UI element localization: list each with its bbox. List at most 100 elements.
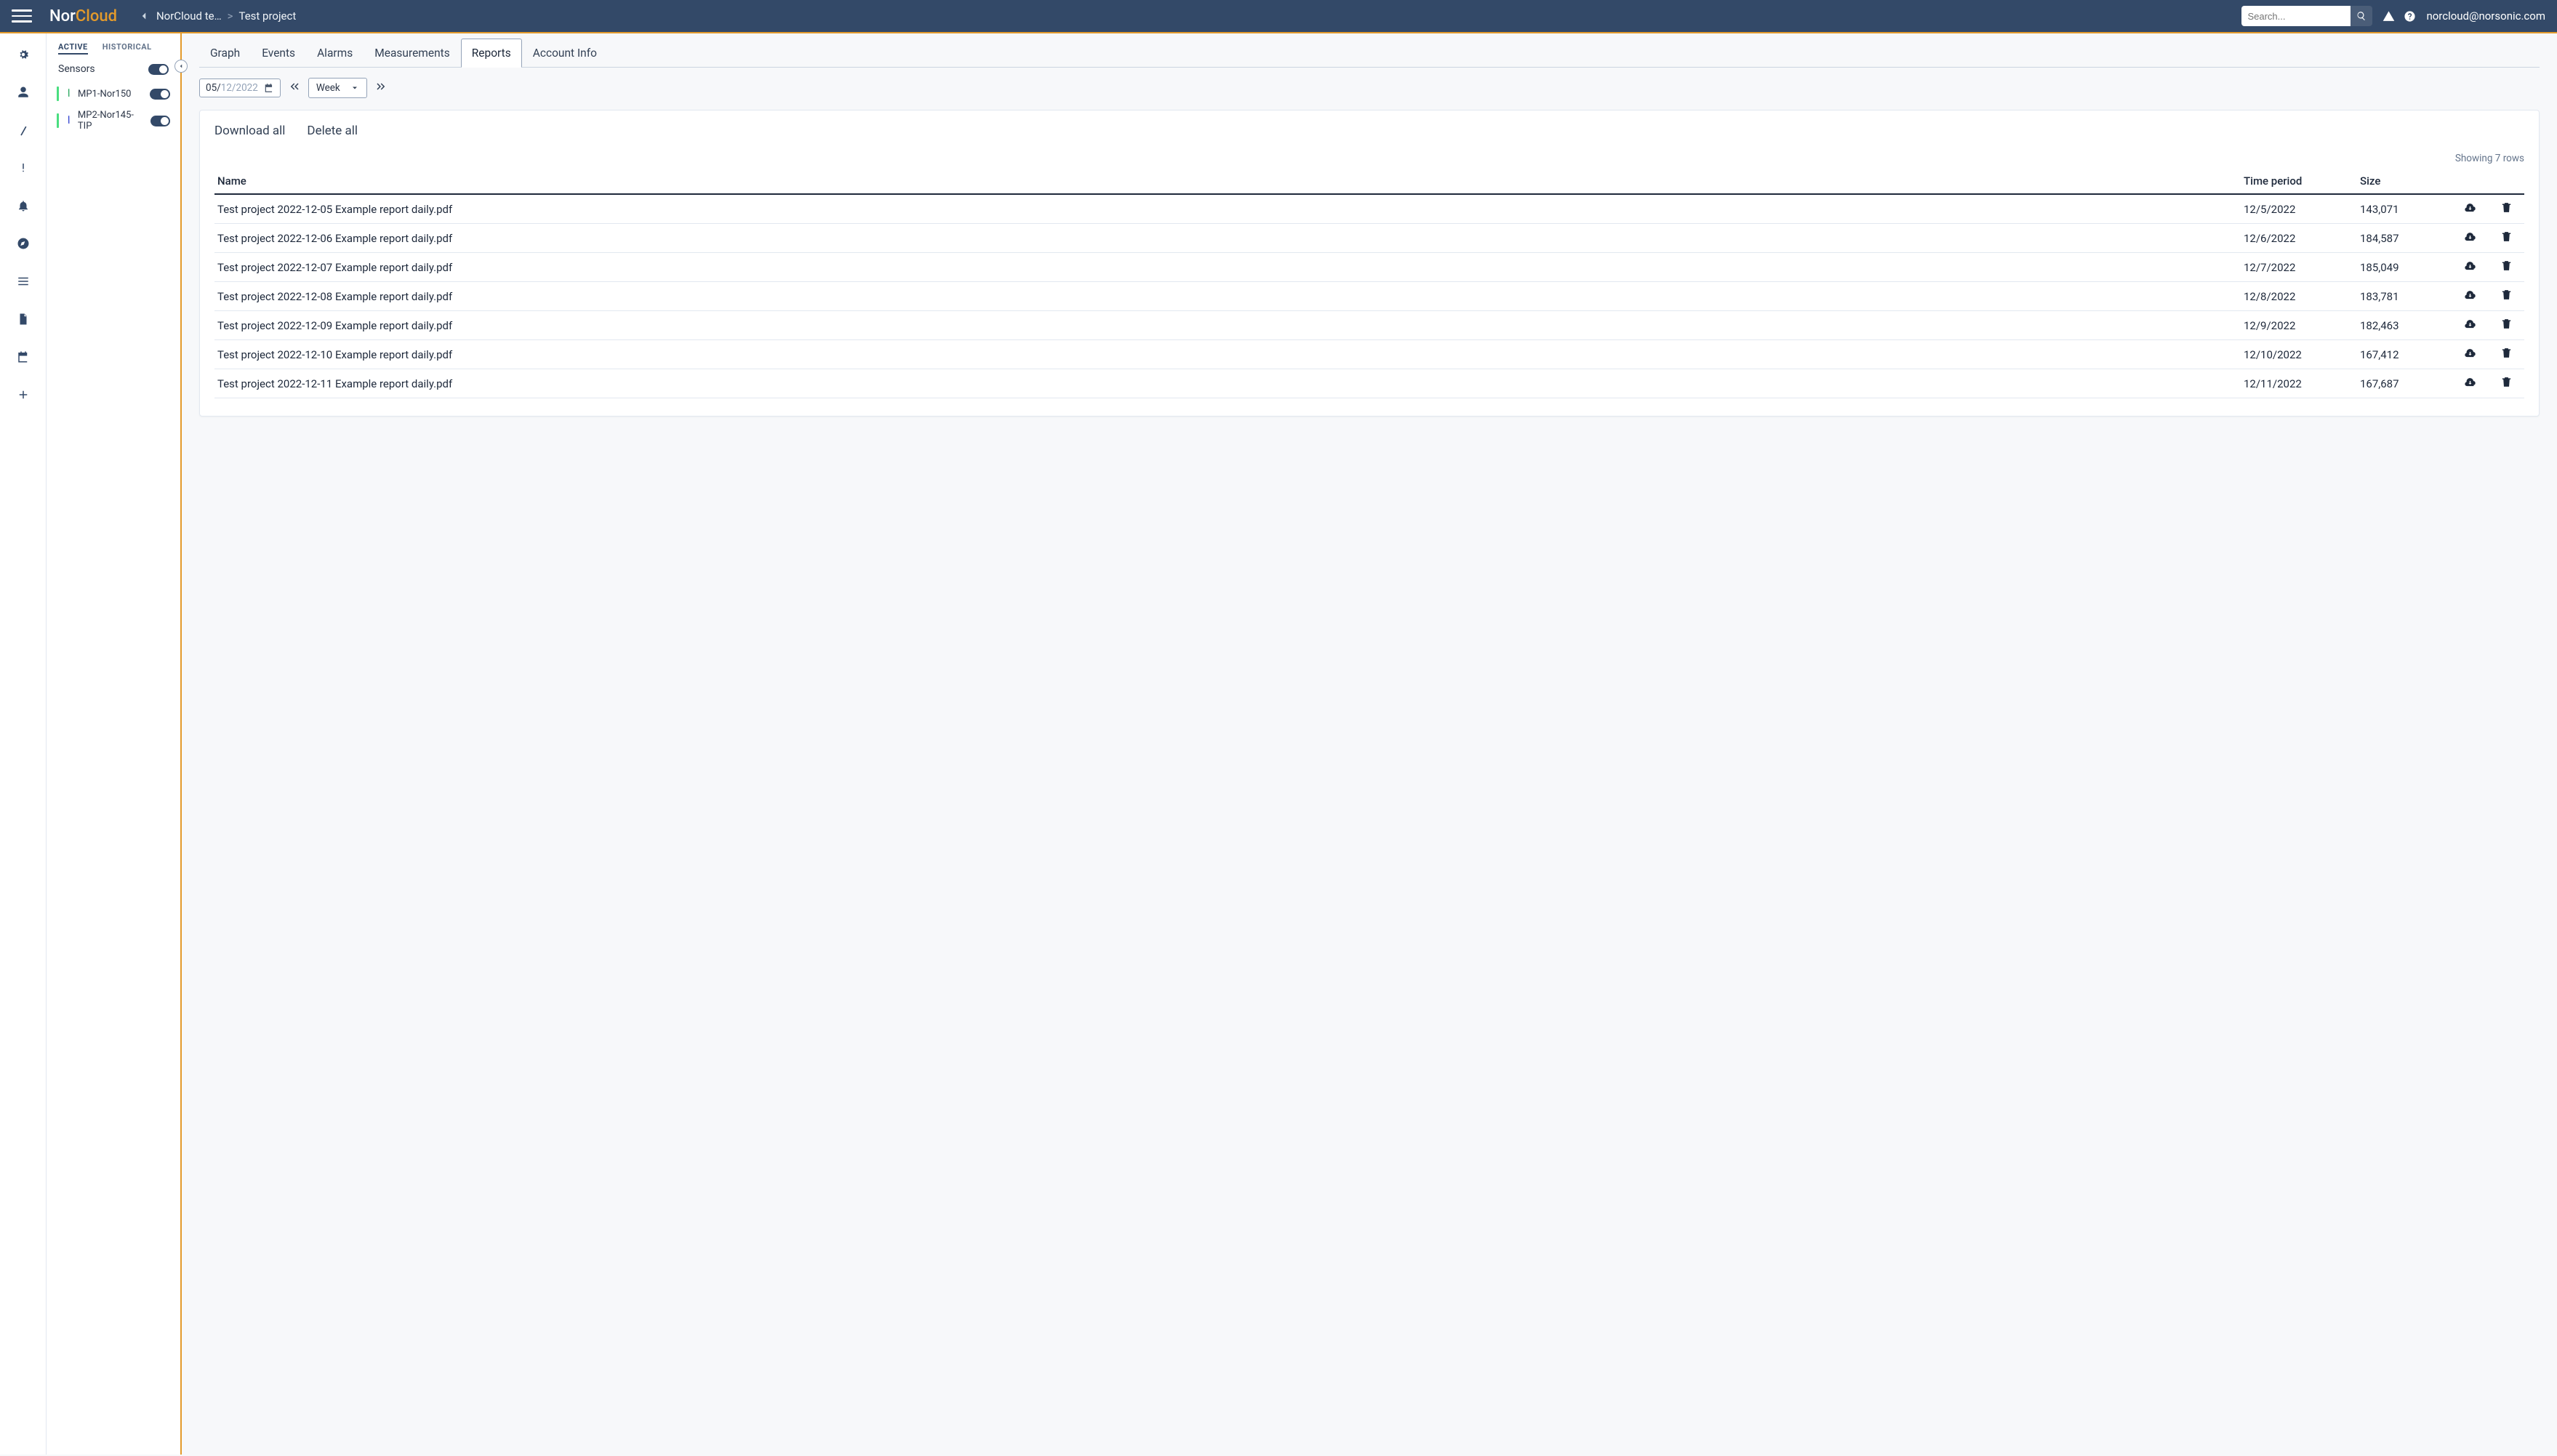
sensor-device-icon — [63, 87, 73, 100]
tab-measurements[interactable]: Measurements — [364, 39, 461, 68]
search-input[interactable] — [2241, 6, 2351, 26]
list-icon[interactable] — [17, 275, 30, 288]
icon-rail — [0, 33, 47, 1455]
date-input[interactable]: 05/12/2022 — [199, 79, 281, 97]
sensor-toggle[interactable] — [150, 116, 170, 126]
download-all-button[interactable]: Download all — [214, 124, 285, 138]
search-box — [2241, 6, 2372, 26]
sensors-label: Sensors — [58, 63, 95, 75]
sidebar-tab-historical[interactable]: HISTORICAL — [103, 42, 152, 55]
reports-card: Download all Delete all Showing 7 rows N… — [199, 110, 2540, 417]
user-icon[interactable] — [17, 86, 30, 99]
cell-size: 184,587 — [2357, 224, 2452, 253]
chevron-double-left-icon — [288, 80, 301, 93]
delete-row-button[interactable] — [2488, 369, 2524, 398]
sensors-master-toggle[interactable] — [148, 64, 169, 75]
header-icons — [2383, 10, 2416, 23]
cell-name: Test project 2022-12-05 Example report d… — [214, 194, 2241, 224]
sensor-device-icon — [63, 114, 73, 127]
main-tabs: Graph Events Alarms Measurements Reports… — [199, 38, 2540, 68]
delete-row-button[interactable] — [2488, 340, 2524, 369]
breadcrumb-org[interactable]: NorCloud te… — [156, 9, 222, 23]
compass-icon[interactable] — [17, 237, 30, 250]
table-row: Test project 2022-12-06 Example report d… — [214, 224, 2524, 253]
delete-row-button[interactable] — [2488, 224, 2524, 253]
card-actions: Download all Delete all — [214, 124, 2524, 138]
exclamation-icon[interactable] — [17, 161, 30, 174]
download-row-button[interactable] — [2452, 340, 2488, 369]
next-period-button[interactable] — [374, 80, 388, 96]
download-row-button[interactable] — [2452, 253, 2488, 282]
delete-row-button[interactable] — [2488, 311, 2524, 340]
cell-size: 143,071 — [2357, 194, 2452, 224]
breadcrumb: NorCloud te… > Test project — [137, 9, 296, 23]
menu-toggle-button[interactable] — [12, 9, 32, 23]
app-header: NorCloud NorCloud te… > Test project nor… — [0, 0, 2557, 33]
sensor-item[interactable]: MP1-Nor150 — [52, 82, 174, 105]
cell-size: 167,412 — [2357, 340, 2452, 369]
download-row-button[interactable] — [2452, 282, 2488, 311]
file-icon[interactable] — [17, 313, 30, 326]
chevron-double-right-icon — [374, 80, 388, 93]
sidebar-tabs: ACTIVE HISTORICAL — [52, 39, 174, 60]
delete-row-button[interactable] — [2488, 282, 2524, 311]
table-row: Test project 2022-12-11 Example report d… — [214, 369, 2524, 398]
delete-row-button[interactable] — [2488, 194, 2524, 224]
breadcrumb-project[interactable]: Test project — [238, 9, 296, 23]
table-row: Test project 2022-12-05 Example report d… — [214, 194, 2524, 224]
sensors-sidebar: ACTIVE HISTORICAL Sensors MP1-Nor150 MP2… — [47, 33, 182, 1455]
delete-row-button[interactable] — [2488, 253, 2524, 282]
cell-name: Test project 2022-12-09 Example report d… — [214, 311, 2241, 340]
gear-icon[interactable] — [17, 48, 30, 61]
download-row-button[interactable] — [2452, 224, 2488, 253]
table-row: Test project 2022-12-09 Example report d… — [214, 311, 2524, 340]
table-row: Test project 2022-12-08 Example report d… — [214, 282, 2524, 311]
bell-icon[interactable] — [17, 199, 30, 212]
search-button[interactable] — [2351, 6, 2372, 26]
cell-size: 183,781 — [2357, 282, 2452, 311]
tab-graph[interactable]: Graph — [199, 39, 251, 68]
search-icon — [2356, 11, 2367, 21]
cell-size: 167,687 — [2357, 369, 2452, 398]
cell-time: 12/9/2022 — [2241, 311, 2357, 340]
plus-icon[interactable] — [17, 388, 30, 401]
prev-period-button[interactable] — [288, 80, 301, 96]
download-row-button[interactable] — [2452, 311, 2488, 340]
tab-account-info[interactable]: Account Info — [522, 39, 608, 68]
calendar-small-icon — [264, 83, 274, 93]
sensor-toggle[interactable] — [150, 89, 170, 100]
cell-time: 12/10/2022 — [2241, 340, 2357, 369]
cell-time: 12/8/2022 — [2241, 282, 2357, 311]
cell-name: Test project 2022-12-11 Example report d… — [214, 369, 2241, 398]
tab-alarms[interactable]: Alarms — [306, 39, 364, 68]
cell-size: 182,463 — [2357, 311, 2452, 340]
help-icon[interactable] — [2404, 10, 2416, 23]
cell-name: Test project 2022-12-06 Example report d… — [214, 224, 2241, 253]
col-time[interactable]: Time period — [2241, 170, 2357, 194]
cell-time: 12/5/2022 — [2241, 194, 2357, 224]
row-count: Showing 7 rows — [214, 153, 2524, 164]
sensor-icon[interactable] — [17, 124, 30, 137]
sidebar-collapse-button[interactable] — [174, 60, 188, 73]
period-select[interactable]: Week — [308, 78, 367, 98]
tab-reports[interactable]: Reports — [461, 39, 522, 68]
col-name[interactable]: Name — [214, 170, 2241, 194]
sensor-item[interactable]: MP2-Nor145-TIP — [52, 105, 174, 136]
sensor-label: MP1-Nor150 — [78, 89, 131, 100]
col-size[interactable]: Size — [2357, 170, 2452, 194]
delete-all-button[interactable]: Delete all — [307, 124, 358, 138]
download-row-button[interactable] — [2452, 194, 2488, 224]
brand-suffix: Cloud — [76, 7, 117, 25]
user-email[interactable]: norcloud@norsonic.com — [2426, 9, 2545, 23]
chevron-down-icon — [350, 84, 359, 92]
sidebar-tab-active[interactable]: ACTIVE — [58, 42, 88, 55]
date-rest: 12/2022 — [221, 82, 258, 94]
download-row-button[interactable] — [2452, 369, 2488, 398]
alert-icon[interactable] — [2383, 10, 2395, 23]
date-controls: 05/12/2022 Week — [199, 78, 2540, 98]
cell-size: 185,049 — [2357, 253, 2452, 282]
breadcrumb-back-icon[interactable] — [137, 9, 150, 23]
sensor-status-bar — [57, 113, 59, 128]
calendar-icon[interactable] — [17, 350, 30, 363]
tab-events[interactable]: Events — [251, 39, 306, 68]
